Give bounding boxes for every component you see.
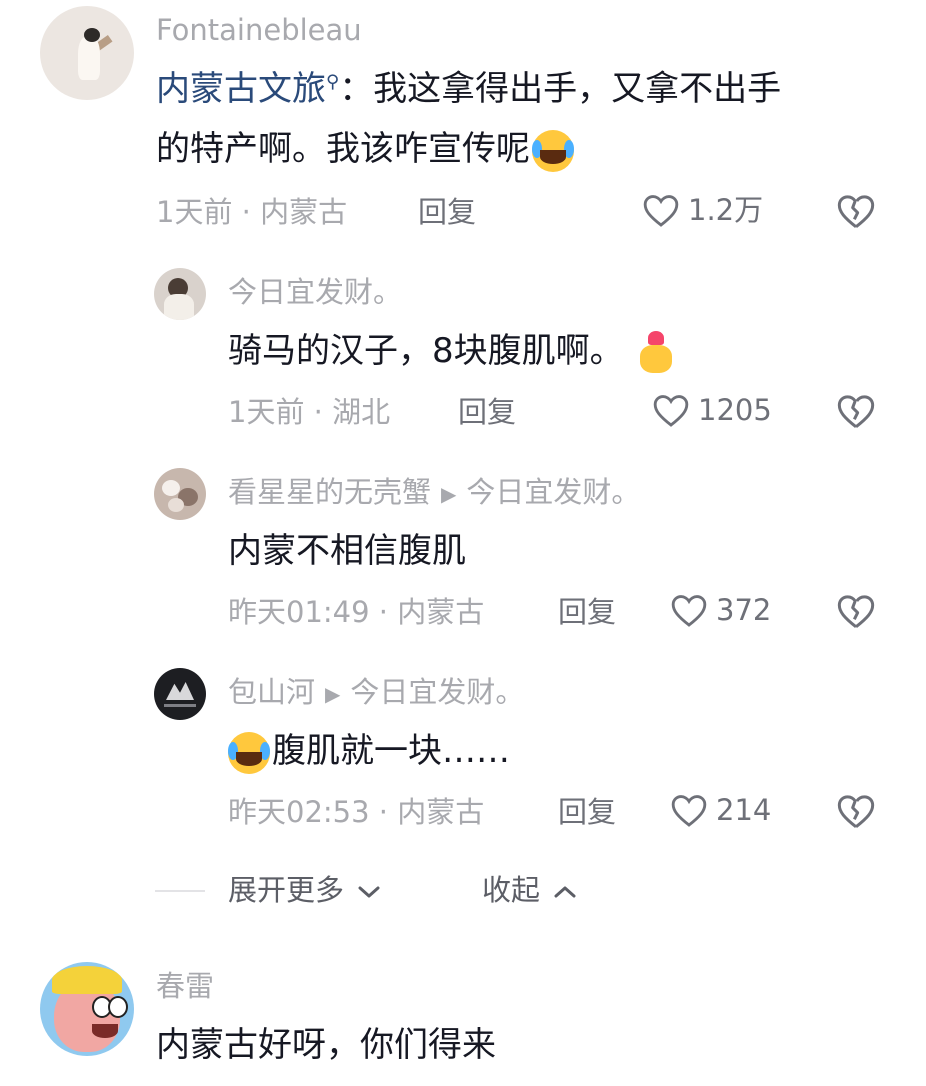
rolling-laughing-emoji <box>228 731 270 774</box>
avatar[interactable] <box>154 268 206 320</box>
like-count: 372 <box>716 592 772 627</box>
reply-button[interactable]: 回复 <box>558 798 616 827</box>
like-button[interactable]: 372 <box>670 592 771 628</box>
reply-text: 内蒙不相信腹肌 <box>228 531 466 571</box>
expand-more-label: 展开更多 <box>228 873 345 907</box>
reply-button[interactable]: 回复 <box>558 598 616 627</box>
search-icon: ⚲ <box>326 71 340 93</box>
comment-username[interactable]: Fontainebleau <box>156 16 362 45</box>
comment-username[interactable]: 春雷 <box>156 972 214 1001</box>
collapse-label: 收起 <box>482 873 541 907</box>
divider-line <box>155 890 205 892</box>
reply-to-username[interactable]: 今日宜发财。 <box>466 475 640 509</box>
dislike-broken-heart-icon[interactable] <box>836 192 876 230</box>
reply-username-row: 包山河 ▶ 今日宜发财。 <box>228 678 524 707</box>
reply-meta: 1天前 · 湖北 <box>228 395 391 429</box>
dislike-broken-heart-icon[interactable] <box>836 792 876 830</box>
reply-username[interactable]: 看星星的无壳蟹 <box>228 475 431 509</box>
chevron-up-icon <box>554 886 576 898</box>
dislike-broken-heart-icon[interactable] <box>836 392 876 430</box>
avatar[interactable] <box>154 468 206 520</box>
reply-button[interactable]: 回复 <box>458 398 516 427</box>
heart-icon <box>643 195 679 227</box>
comment-text-line2: 的特产啊。我该咋宣传呢 <box>156 129 530 169</box>
comment-text: 内蒙古好呀，你们得来 <box>156 1025 496 1065</box>
dislike-broken-heart-icon[interactable] <box>836 592 876 630</box>
avatar[interactable] <box>40 6 134 100</box>
reply-to-username[interactable]: 今日宜发财。 <box>350 675 524 709</box>
heart-icon <box>671 795 707 827</box>
finger-heart-emoji <box>638 330 674 375</box>
reply-text: 骑马的汉子，8块腹肌啊。 <box>228 331 624 371</box>
avatar[interactable] <box>40 962 134 1056</box>
play-arrow-icon: ▶ <box>441 482 457 506</box>
comment-text-line1: ：我这拿得出手，又拿不出手 <box>339 69 782 109</box>
like-button[interactable]: 1205 <box>652 392 772 428</box>
like-count: 1205 <box>698 392 772 427</box>
collapse-button[interactable]: 收起 <box>482 876 577 905</box>
reply-text-wrap: 腹肌就一块…… <box>228 726 510 777</box>
like-button[interactable]: 214 <box>670 792 771 828</box>
play-arrow-icon: ▶ <box>325 682 341 706</box>
comment-text-line2-wrap: 的特产啊。我该咋宣传呢 <box>156 124 574 175</box>
avatar[interactable] <box>154 668 206 720</box>
comment-meta: 1天前 · 内蒙古 <box>156 195 348 229</box>
rolling-laughing-emoji <box>532 129 574 172</box>
like-button[interactable]: 1.2万 <box>642 192 763 228</box>
heart-icon <box>653 395 689 427</box>
reply-meta: 昨天01:49 · 内蒙古 <box>228 595 485 629</box>
reply-username-row: 看星星的无壳蟹 ▶ 今日宜发财。 <box>228 478 640 507</box>
like-count: 214 <box>716 792 772 827</box>
like-count: 1.2万 <box>688 192 764 227</box>
reply-username[interactable]: 今日宜发财。 <box>228 278 402 307</box>
reply-text-wrap: 骑马的汉子，8块腹肌啊。 <box>228 326 674 377</box>
mention-link[interactable]: 内蒙古文旅 <box>156 69 326 109</box>
reply-button[interactable]: 回复 <box>418 198 476 227</box>
reply-username[interactable]: 包山河 <box>228 675 315 709</box>
comment-text: 内蒙古文旅⚲：我这拿得出手，又拿不出手 <box>156 64 781 115</box>
reply-text: 腹肌就一块…… <box>272 731 510 771</box>
reply-meta: 昨天02:53 · 内蒙古 <box>228 795 485 829</box>
chevron-down-icon <box>358 886 380 898</box>
expand-more-button[interactable]: 展开更多 <box>228 876 381 905</box>
heart-icon <box>671 595 707 627</box>
